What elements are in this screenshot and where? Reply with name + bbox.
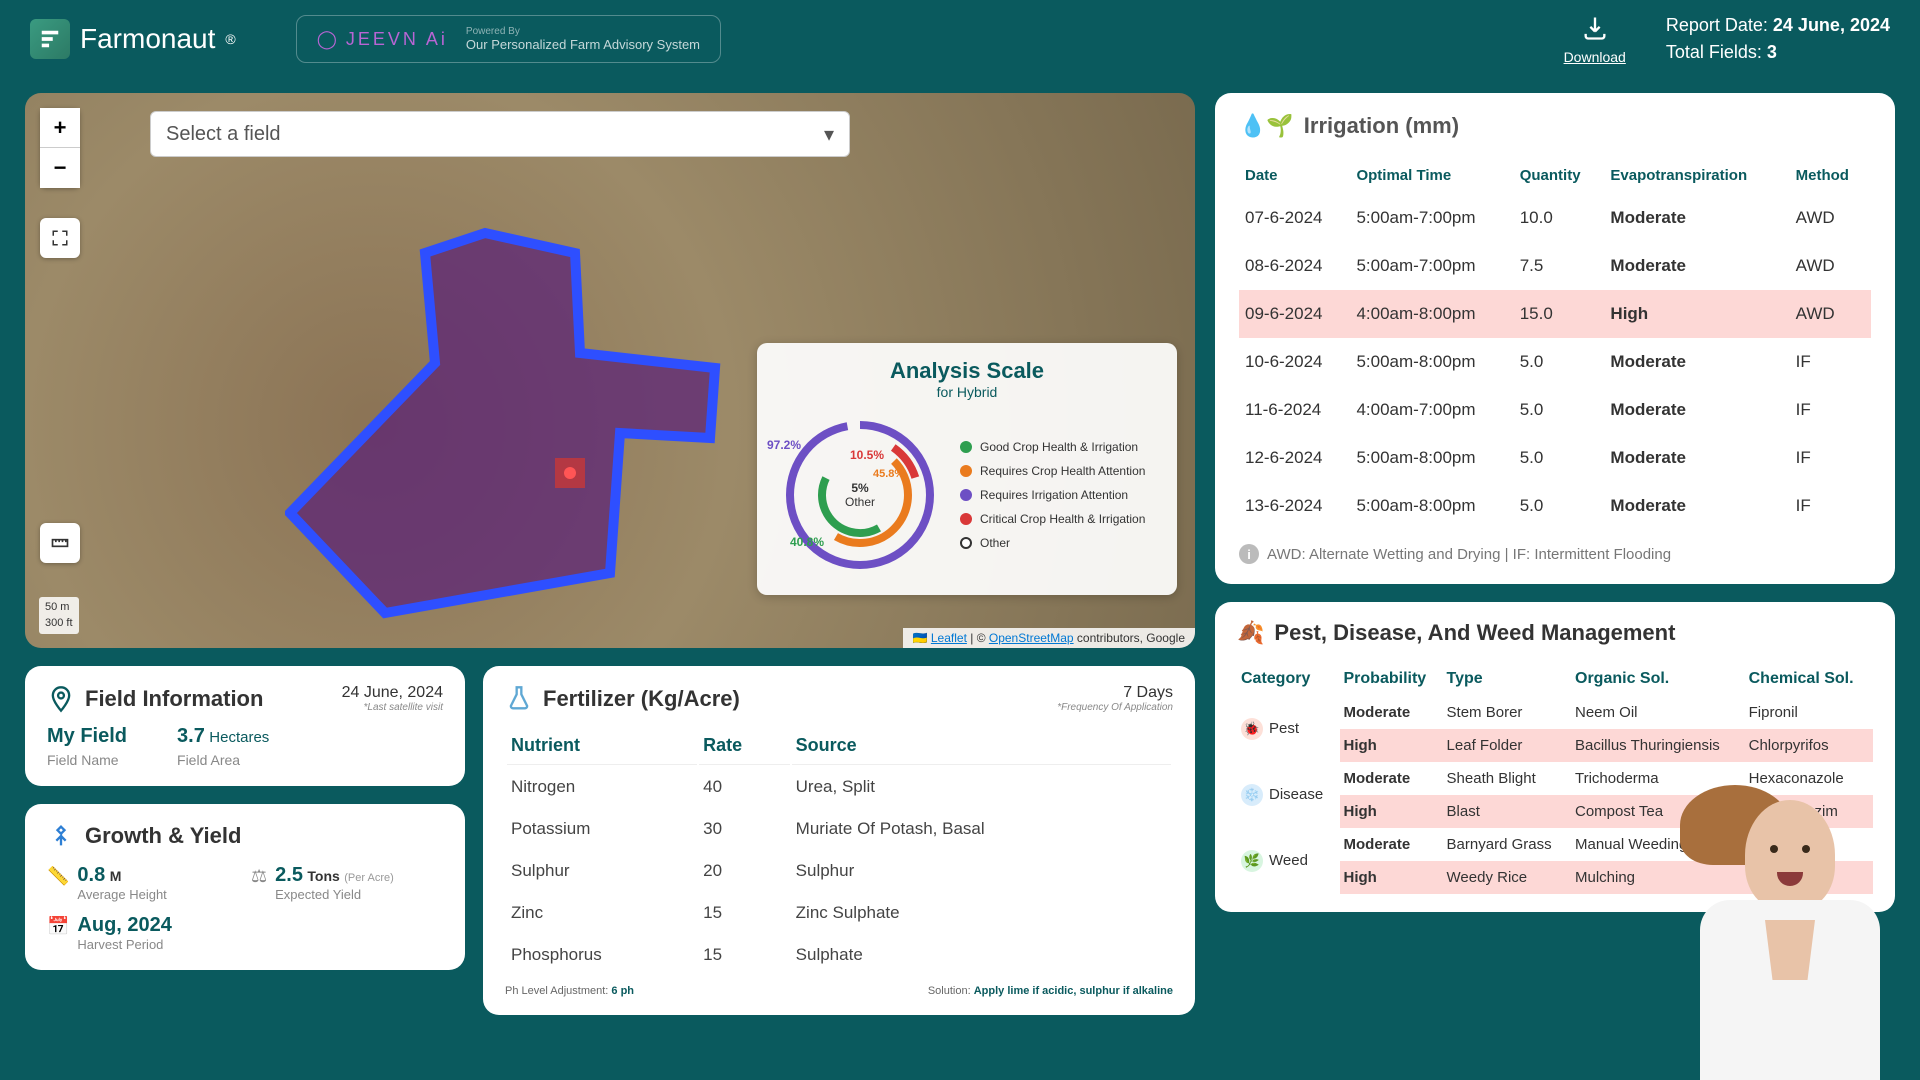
legend-item: Requires Crop Health Attention bbox=[960, 464, 1145, 478]
table-row: 11-6-20244:00am-7:00pm5.0ModerateIF bbox=[1239, 386, 1871, 434]
legend-item: Good Crop Health & Irrigation bbox=[960, 440, 1145, 454]
jeevn-logo: ◯ JEEVN Ai bbox=[317, 29, 448, 50]
irrigation-icon: 💧🌱 bbox=[1239, 113, 1294, 139]
table-row: ❄️DiseaseModerateSheath BlightTrichoderm… bbox=[1237, 762, 1873, 795]
legend-item: Other bbox=[960, 536, 1145, 550]
irrigation-card: 💧🌱 Irrigation (mm) Date Optimal Time Qua… bbox=[1215, 93, 1895, 584]
weight-icon: ⚖ bbox=[251, 866, 267, 902]
analysis-subtitle: for Hybrid bbox=[775, 384, 1159, 400]
zoom-out-button[interactable]: − bbox=[40, 148, 80, 188]
map-attribution: 🇺🇦 Leaflet | © OpenStreetMap contributor… bbox=[903, 628, 1195, 648]
table-row: 🐞PestModerateStem BorerNeem OilFipronil bbox=[1237, 696, 1873, 729]
logo-icon bbox=[30, 19, 70, 59]
table-row: 09-6-20244:00am-8:00pm15.0HighAWD bbox=[1239, 290, 1871, 338]
presenter-avatar bbox=[1690, 800, 1890, 1080]
analysis-scale-card: Analysis Scale for Hybrid 5% Other bbox=[757, 343, 1177, 595]
field-map[interactable]: + − Select a field ▾ Analysis Scale for … bbox=[25, 93, 1195, 648]
field-polygon bbox=[285, 223, 775, 623]
fertilizer-table: Nutrient Rate Source Nitrogen40Urea, Spl… bbox=[505, 725, 1173, 977]
chevron-down-icon: ▾ bbox=[824, 122, 834, 147]
ruler-button[interactable] bbox=[40, 523, 80, 563]
growth-icon bbox=[47, 822, 75, 850]
download-icon bbox=[1581, 14, 1609, 42]
legend-item: Requires Irrigation Attention bbox=[960, 488, 1145, 502]
jeevn-badge: ◯ JEEVN Ai Powered By Our Personalized F… bbox=[296, 15, 721, 63]
app-header: Farmonaut® ◯ JEEVN Ai Powered By Our Per… bbox=[0, 0, 1920, 78]
table-row: 12-6-20245:00am-8:00pm5.0ModerateIF bbox=[1239, 434, 1871, 482]
table-row: 10-6-20245:00am-8:00pm5.0ModerateIF bbox=[1239, 338, 1871, 386]
field-name-value: My Field bbox=[47, 725, 127, 748]
legend-item: Critical Crop Health & Irrigation bbox=[960, 512, 1145, 526]
table-row: Sulphur20Sulphur bbox=[507, 851, 1171, 891]
brand-logo: Farmonaut® bbox=[30, 19, 236, 59]
field-info-card: Field Information 24 June, 2024 *Last sa… bbox=[25, 666, 465, 786]
table-row: Potassium30Muriate Of Potash, Basal bbox=[507, 809, 1171, 849]
table-row: 08-6-20245:00am-7:00pm7.5ModerateAWD bbox=[1239, 242, 1871, 290]
powered-by-label: Powered By bbox=[466, 26, 700, 37]
growth-yield-card: Growth & Yield 📏 0.8 M Average Height ⚖ bbox=[25, 804, 465, 970]
leaf-icon: 🍂 bbox=[1237, 620, 1264, 646]
info-icon: i bbox=[1239, 544, 1259, 564]
pin-icon bbox=[47, 685, 75, 713]
zoom-controls: + − bbox=[40, 108, 80, 188]
powered-by-text: Our Personalized Farm Advisory System bbox=[466, 37, 700, 52]
table-row: Phosphorus15Sulphate bbox=[507, 935, 1171, 975]
map-scale: 50 m 300 ft bbox=[39, 597, 79, 634]
table-row: Nitrogen40Urea, Split bbox=[507, 767, 1171, 807]
download-button[interactable]: Download bbox=[1564, 14, 1626, 65]
fertilizer-card: Fertilizer (Kg/Acre) 7 Days *Frequency O… bbox=[483, 666, 1195, 1015]
flask-icon bbox=[505, 685, 533, 713]
field-select-dropdown[interactable]: Select a field ▾ bbox=[150, 111, 850, 157]
ruler-icon: 📏 bbox=[47, 866, 69, 902]
irrigation-table: Date Optimal Time Quantity Evapotranspir… bbox=[1239, 157, 1871, 530]
fullscreen-button[interactable] bbox=[40, 218, 80, 258]
osm-link[interactable]: OpenStreetMap bbox=[989, 631, 1074, 645]
table-row: 07-6-20245:00am-7:00pm10.0ModerateAWD bbox=[1239, 194, 1871, 242]
analysis-legend: Good Crop Health & Irrigation Requires Cr… bbox=[960, 440, 1145, 550]
analysis-title: Analysis Scale bbox=[775, 358, 1159, 384]
leaflet-link[interactable]: Leaflet bbox=[931, 631, 967, 645]
table-row: 13-6-20245:00am-8:00pm5.0ModerateIF bbox=[1239, 482, 1871, 530]
table-row: Zinc15Zinc Sulphate bbox=[507, 893, 1171, 933]
calendar-icon: 📅 bbox=[47, 916, 69, 952]
analysis-donut-chart: 5% Other 97.2% 10.5% 45.8% 40.8% bbox=[775, 410, 945, 580]
zoom-in-button[interactable]: + bbox=[40, 108, 80, 148]
report-info: Report Date: 24 June, 2024 Total Fields:… bbox=[1666, 12, 1890, 66]
